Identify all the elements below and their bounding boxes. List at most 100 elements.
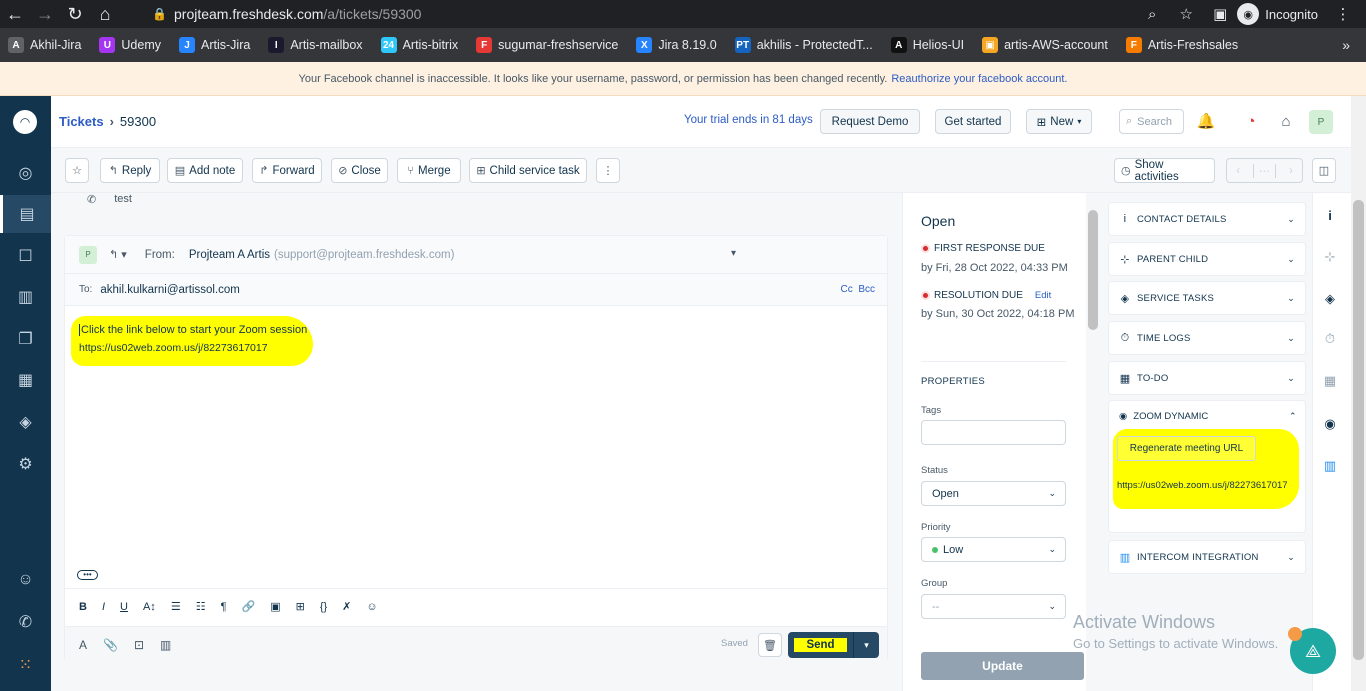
menu-kebab-icon[interactable]: ⋮ [1326, 5, 1360, 23]
merge-button[interactable]: ⑂ Merge [397, 158, 461, 183]
chevron-down-icon[interactable]: ▾ [731, 248, 736, 259]
reports-icon[interactable]: ▦ [0, 361, 51, 399]
apps-grid-icon[interactable]: ⁙ [0, 646, 51, 684]
request-demo-button[interactable]: Request Demo [820, 109, 920, 134]
bookmark-item[interactable]: I Artis-mailbox [268, 37, 363, 53]
font-size-icon[interactable]: A↕ [143, 601, 156, 613]
compass-icon[interactable]: ◈ [1319, 288, 1341, 310]
bookmark-item[interactable]: X Jira 8.19.0 [636, 37, 717, 53]
add-note-button[interactable]: ▤ Add note [167, 158, 243, 183]
solution-article-icon[interactable]: ▥ [160, 638, 171, 652]
from-name[interactable]: Projteam A Artis [189, 249, 270, 261]
forward-icon[interactable]: → [30, 0, 60, 28]
properties-scroll-thumb[interactable] [1088, 210, 1098, 330]
group-select[interactable]: -- ⌄ [921, 594, 1066, 619]
new-button[interactable]: ⊞ New ▾ [1026, 109, 1092, 134]
discard-draft-button[interactable]: 🗑 [758, 633, 782, 657]
intercom-integration-app[interactable]: ▥ INTERCOM INTEGRATION ⌄ [1108, 540, 1306, 574]
stopwatch-icon[interactable]: ⏱ [1319, 328, 1341, 350]
todo-app[interactable]: ▦ TO-DO ⌄ [1108, 361, 1306, 395]
bookmark-item[interactable]: Fsugumar-freshservice [476, 37, 618, 53]
table-icon[interactable]: ⊞ [296, 600, 305, 613]
bookmark-item[interactable]: J Artis-Jira [179, 37, 250, 53]
admin-gear-icon[interactable]: ⚙ [0, 445, 51, 483]
bookmark-item[interactable]: A Akhil-Jira [8, 37, 81, 53]
bookmark-item[interactable]: A Helios-UI [890, 37, 964, 53]
freshworks-apps-icon[interactable]: ◔ [1240, 110, 1262, 132]
calendar-icon[interactable]: ▦ [1319, 370, 1341, 392]
forums-icon[interactable]: ❐ [0, 320, 51, 358]
prev-ticket-icon[interactable]: ‹ [1227, 165, 1249, 177]
attachment-icon[interactable]: 📎 [103, 638, 118, 652]
search-input[interactable]: ⌕ Search [1119, 109, 1184, 134]
next-ticket-icon[interactable]: › [1280, 165, 1302, 177]
zoom-icon[interactable]: ◉ [1319, 413, 1341, 435]
breadcrumb-tickets[interactable]: Tickets [59, 114, 104, 129]
code-icon[interactable]: {} [320, 601, 327, 613]
bookmark-item[interactable]: PT akhilis - ProtectedT... [734, 37, 873, 53]
info-icon[interactable]: i [1319, 204, 1341, 226]
bookmarks-overflow-icon[interactable]: » [1342, 37, 1350, 53]
ticket-list-icon[interactable]: ⋯ [1253, 163, 1276, 178]
phone-icon[interactable]: ✆ [0, 603, 51, 641]
reauthorize-link[interactable]: Reauthorize your facebook account. [891, 73, 1067, 85]
priority-select[interactable]: Low ⌄ [921, 537, 1066, 562]
trial-link[interactable]: Your trial ends in 81 days [684, 114, 813, 126]
bold-icon[interactable]: B [79, 601, 87, 613]
contact-details-app[interactable]: i CONTACT DETAILS ⌄ [1108, 202, 1306, 236]
text-format-icon[interactable]: A [79, 638, 87, 652]
bookmark-item[interactable]: U Udemy [99, 37, 161, 53]
bulleted-list-icon[interactable]: ☰ [171, 600, 181, 613]
intercom-icon[interactable]: ▥ [1319, 455, 1341, 477]
resolution-edit-link[interactable]: Edit [1035, 290, 1051, 301]
time-logs-app[interactable]: ⏱ TIME LOGS ⌄ [1108, 321, 1306, 355]
underline-icon[interactable]: U [120, 601, 128, 613]
get-started-button[interactable]: Get started [935, 109, 1011, 134]
close-button[interactable]: ⊘ Close [331, 158, 388, 183]
marketplace-icon[interactable]: ⌂ [1275, 110, 1297, 132]
more-actions-button[interactable]: ⋮ [596, 158, 620, 183]
profile-avatar[interactable]: P [1309, 110, 1333, 134]
send-options-chevron-icon[interactable]: ▾ [853, 632, 879, 658]
zoom-meeting-url[interactable]: https://us02web.zoom.us/j/82273617017 [1117, 479, 1301, 492]
star-icon[interactable]: ☆ [1169, 5, 1203, 23]
bookmark-item[interactable]: 24 Artis-bitrix [380, 37, 458, 53]
bcc-link[interactable]: Bcc [858, 284, 875, 295]
service-tasks-app[interactable]: ◈ SERVICE TASKS ⌄ [1108, 281, 1306, 315]
show-activities-button[interactable]: ◷ Show activities [1114, 158, 1215, 183]
discover-icon[interactable]: ◈ [0, 403, 51, 441]
contacts-icon[interactable]: ☐ [0, 237, 51, 275]
freshdesk-logo[interactable]: ◠ [13, 110, 37, 134]
hierarchy-icon[interactable]: ⊹ [1319, 246, 1341, 268]
zoom-dynamic-header[interactable]: ◉ ZOOM DYNAMIC ⌃ [1119, 411, 1297, 422]
toggle-panel-button[interactable]: ◫ [1312, 158, 1336, 183]
reply-type-icon[interactable]: ↰ ▾ [109, 248, 127, 261]
numbered-list-icon[interactable]: ☷ [196, 600, 206, 613]
solutions-icon[interactable]: ▥ [0, 278, 51, 316]
zoom-icon[interactable]: ⌕ [1135, 6, 1169, 23]
incognito-indicator[interactable]: ◉ Incognito [1237, 3, 1318, 25]
tickets-icon[interactable]: ▤ [0, 195, 51, 233]
star-button[interactable]: ☆ [65, 158, 89, 183]
reload-icon[interactable]: ↻ [60, 0, 90, 28]
bookmark-item[interactable]: ▣ artis-AWS-account [982, 37, 1108, 53]
update-button[interactable]: Update [921, 652, 1084, 680]
parent-child-app[interactable]: ⊹ PARENT CHILD ⌄ [1108, 242, 1306, 276]
home-icon[interactable]: ⌂ [90, 0, 120, 28]
address-bar[interactable]: 🔒 projteam.freshdesk.com/a/tickets/59300 [142, 1, 1197, 27]
child-service-task-button[interactable]: ⊞ Child service task [469, 158, 587, 183]
show-more-icon[interactable]: ••• [77, 570, 98, 580]
page-scroll-thumb[interactable] [1353, 200, 1364, 660]
editor-body-link[interactable]: https://us02web.zoom.us/j/82273617017 [79, 342, 268, 354]
chat-icon[interactable]: ☺ [0, 561, 51, 599]
emoji-icon[interactable]: ☺ [366, 601, 377, 613]
clear-format-icon[interactable]: ✗ [342, 600, 351, 613]
status-select[interactable]: Open ⌄ [921, 481, 1066, 506]
paragraph-icon[interactable]: ¶ [221, 601, 227, 613]
cc-link[interactable]: Cc [841, 284, 853, 295]
link-icon[interactable]: 🔗 [241, 600, 255, 613]
bookmark-item[interactable]: F Artis-Freshsales [1125, 37, 1238, 53]
image-icon[interactable]: ▣ [270, 600, 280, 613]
back-icon[interactable]: ← [0, 0, 30, 28]
forward-button[interactable]: ↱ Forward [252, 158, 322, 183]
